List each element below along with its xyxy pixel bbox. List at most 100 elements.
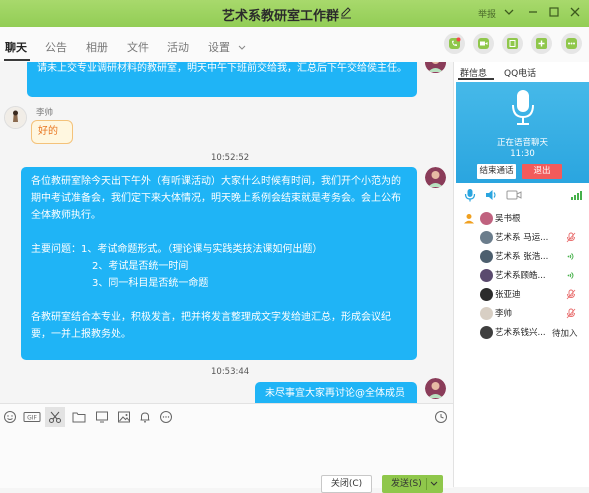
title-bar: 艺术系教研室工作群 举报	[0, 0, 589, 27]
camera-icon[interactable]	[506, 188, 522, 202]
message-bubble[interactable]: 未尽事宜大家再讨论@全体成员	[255, 382, 417, 403]
more-button[interactable]	[561, 33, 582, 54]
message-bubble[interactable]: 各位教研室除今天出下午外（有听课活动）大家什么时候有时间，我们开个小范为的期中考…	[21, 167, 417, 360]
tab-album[interactable]: 相册	[86, 39, 108, 55]
avatar	[480, 288, 493, 301]
avatar	[480, 250, 493, 263]
host-icon	[464, 214, 474, 224]
chevron-down-icon	[238, 45, 245, 50]
member-name: 吴书根	[495, 214, 521, 224]
member-name: 张亚迪	[495, 290, 521, 300]
video-call-button[interactable]	[473, 33, 494, 54]
muted-mic-icon	[566, 232, 576, 243]
voice-status: 正在语音聊天	[496, 138, 548, 148]
active-tab-indicator	[4, 59, 30, 61]
image-icon[interactable]	[117, 410, 131, 424]
tab-chat[interactable]: 聊天	[5, 39, 27, 55]
member-row[interactable]: 吴书根	[454, 210, 589, 229]
window-title: 艺术系教研室工作群	[222, 9, 340, 24]
tab-settings[interactable]: 设置	[208, 39, 246, 55]
message-text: 请未上交专业调研材料的教研室，明天中午下班前交给我，汇总后下午交给侯主任。	[37, 63, 407, 74]
end-call-button[interactable]: 结束通话	[477, 164, 516, 179]
member-row[interactable]: 艺术系 马运...	[454, 229, 589, 248]
avatar[interactable]	[425, 62, 446, 73]
signal-strength-icon	[571, 191, 582, 200]
microphone-icon	[512, 90, 534, 125]
avatar[interactable]	[425, 378, 446, 399]
chat-history[interactable]: 请未上交专业调研材料的教研室，明天中午下班前交给我，汇总后下午交给侯主任。 李帅…	[0, 62, 453, 403]
message-paragraph: 各教研室结合本专业，积极发言，把并将发言整理成文字发给迪汇总，形成会议纪要，一并…	[31, 312, 391, 340]
input-area: GIF 关闭(C) 发送(S)	[0, 403, 453, 493]
voice-call-button[interactable]	[444, 33, 465, 54]
sticker-text: 好的	[38, 126, 58, 137]
classroom-button[interactable]	[502, 33, 523, 54]
message-input[interactable]	[0, 428, 453, 472]
member-name: 艺术系顾皓...	[495, 271, 546, 281]
emoji-icon[interactable]	[3, 410, 17, 424]
bell-icon[interactable]	[138, 410, 152, 424]
tab-settings-label: 设置	[208, 41, 230, 54]
add-app-button[interactable]	[531, 33, 552, 54]
muted-mic-icon	[566, 289, 576, 300]
issue-item: 2、考试是否统一时间	[92, 261, 189, 272]
timestamp: 10:52:52	[211, 153, 250, 163]
speaking-icon	[567, 253, 574, 260]
member-name: 李帅	[495, 309, 513, 319]
timestamp: 10:53:44	[211, 367, 250, 377]
message-paragraph: 各位教研室除今天出下午外（有听课活动）大家什么时候有时间，我们开个小范为的期中考…	[31, 176, 401, 221]
classroom-icon	[507, 38, 518, 49]
member-status: 待加入	[552, 329, 578, 339]
member-row[interactable]: 艺术系钱兴... 待加入	[454, 324, 589, 343]
screen-share-icon[interactable]	[95, 410, 109, 424]
close-icon[interactable]	[568, 5, 582, 19]
dropdown-arrow-icon[interactable]	[502, 5, 516, 19]
avatar[interactable]	[425, 167, 446, 188]
message-bubble[interactable]: 请未上交专业调研材料的教研室，明天中午下班前交给我，汇总后下午交给侯主任。	[27, 62, 417, 97]
svg-text:GIF: GIF	[27, 415, 37, 422]
tab-bar: 聊天 公告 相册 文件 活动 设置	[0, 27, 589, 63]
issue-label: 主要问题：	[31, 244, 81, 255]
tab-files[interactable]: 文件	[127, 39, 149, 55]
send-button-divider	[426, 478, 427, 490]
avatar	[480, 269, 493, 282]
right-tab-indicator	[458, 78, 494, 80]
voice-call-icon	[449, 37, 461, 49]
member-row[interactable]: 艺术系 张浩...	[454, 248, 589, 267]
message-paragraph: 主要问题：1、考试命题形式。（理论课与实践类技法课如何出题）	[31, 241, 407, 258]
tab-announcement[interactable]: 公告	[45, 39, 67, 55]
maximize-icon[interactable]	[547, 5, 561, 19]
avatar	[480, 307, 493, 320]
send-button-label: 发送(S)	[391, 479, 422, 489]
send-button[interactable]: 发送(S)	[382, 475, 443, 493]
muted-mic-icon	[566, 308, 576, 319]
member-name: 艺术系 张浩...	[495, 252, 549, 262]
tab-activity[interactable]: 活动	[167, 39, 189, 55]
sender-name: 李帅	[36, 108, 54, 118]
tab-qq-call[interactable]: QQ电话	[504, 66, 536, 79]
member-row[interactable]: 张亚迪	[454, 286, 589, 305]
send-options-chevron-icon[interactable]	[430, 481, 438, 487]
report-link[interactable]: 举报	[478, 7, 496, 20]
sticker-message[interactable]: 好的	[31, 120, 73, 144]
minimize-icon[interactable]	[526, 5, 540, 19]
video-call-icon	[478, 38, 489, 49]
folder-icon[interactable]	[72, 410, 86, 424]
more-options-icon[interactable]	[159, 410, 173, 424]
avatar[interactable]	[4, 106, 27, 129]
add-app-icon	[536, 38, 547, 49]
scissors-icon[interactable]	[48, 410, 62, 424]
avatar	[480, 212, 493, 225]
speaker-icon[interactable]	[484, 188, 498, 202]
voice-duration: 11:30	[510, 149, 535, 159]
member-row[interactable]: 李帅	[454, 305, 589, 324]
edit-title-icon[interactable]	[340, 5, 352, 19]
exit-button[interactable]: 退出	[522, 164, 562, 179]
history-clock-icon[interactable]	[434, 410, 448, 424]
member-row[interactable]: 艺术系顾皓...	[454, 267, 589, 286]
gif-icon[interactable]: GIF	[23, 410, 41, 424]
member-name: 艺术系 马运...	[495, 233, 549, 243]
avatar	[480, 231, 493, 244]
mic-toggle-icon[interactable]	[464, 188, 476, 202]
voice-chat-panel: 正在语音聊天 11:30 结束通话 退出	[456, 82, 589, 183]
close-button[interactable]: 关闭(C)	[321, 475, 372, 493]
